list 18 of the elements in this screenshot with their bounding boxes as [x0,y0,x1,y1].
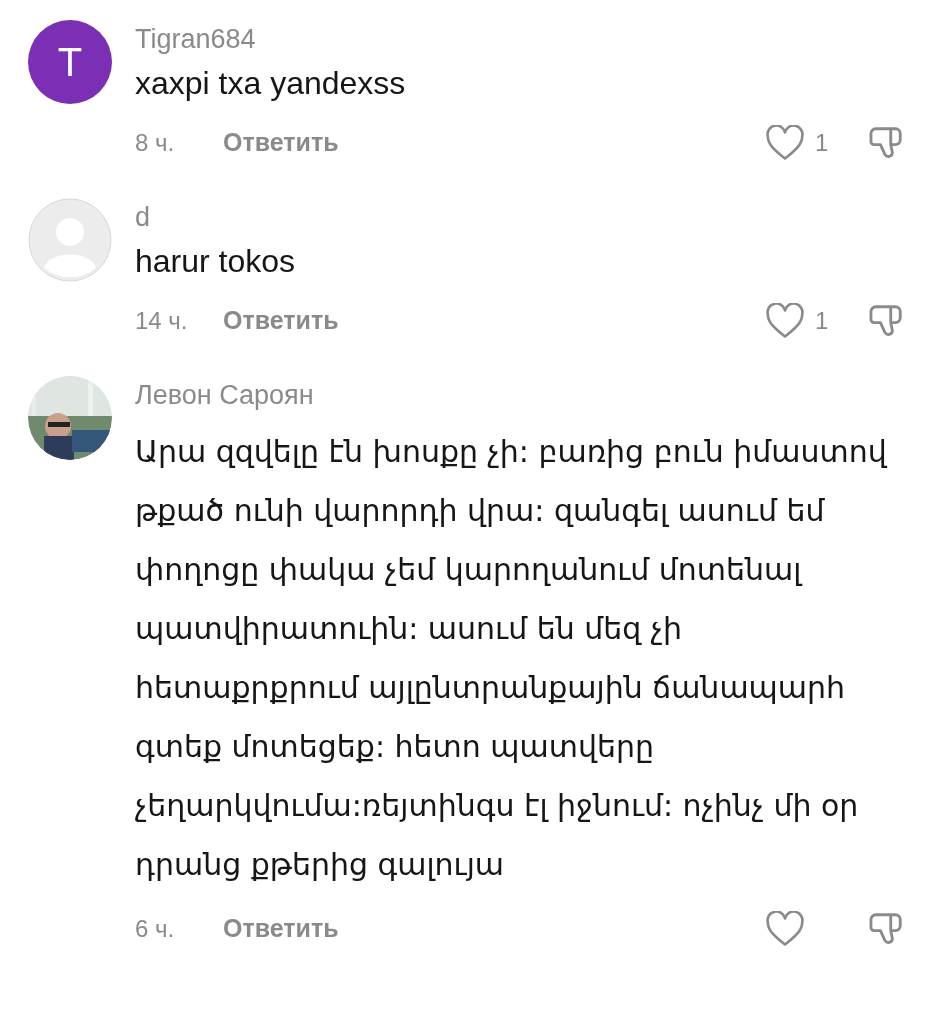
heart-icon[interactable] [765,911,805,947]
reply-link[interactable]: Ответить [223,124,339,162]
comment-text: xaxpi txa yandexss [135,64,407,103]
timestamp: 8 ч. [135,128,176,158]
username[interactable]: Tigran684 [135,20,905,58]
like-count: 1 [815,307,829,334]
timestamp: 6 ч. [135,914,176,944]
comment-text: Արա զզվելը էն խոսքը չի: բառից բուն իմաստով թքած ունի վարորդի վրա: զանգել ասում եմ փողոցը փակա չեմ կարողանում մոտենալ պատվիրատուին: ասում են մեզ չի հետաքրքրում այլընտրանքային ճանապարհ գտեք մոտեցեք: հետո պատվերը չեղարկվումա:ռեյտինգս էլ իջնում: ոչինչ մի օր դրանց քթերից գալույա [135,433,889,884]
username[interactable]: Левон Сароян [135,376,905,414]
timestamp: 14 ч. [135,306,189,336]
username[interactable]: d [135,198,905,236]
reply-link[interactable]: Ответить [223,910,339,948]
like-count: 1 [815,129,829,156]
heart-icon[interactable] [765,125,805,161]
reply-link[interactable]: Ответить [223,302,339,340]
avatar[interactable]: T [28,20,112,104]
comment-text: harur tokos [135,242,297,281]
heart-icon[interactable] [765,303,805,339]
